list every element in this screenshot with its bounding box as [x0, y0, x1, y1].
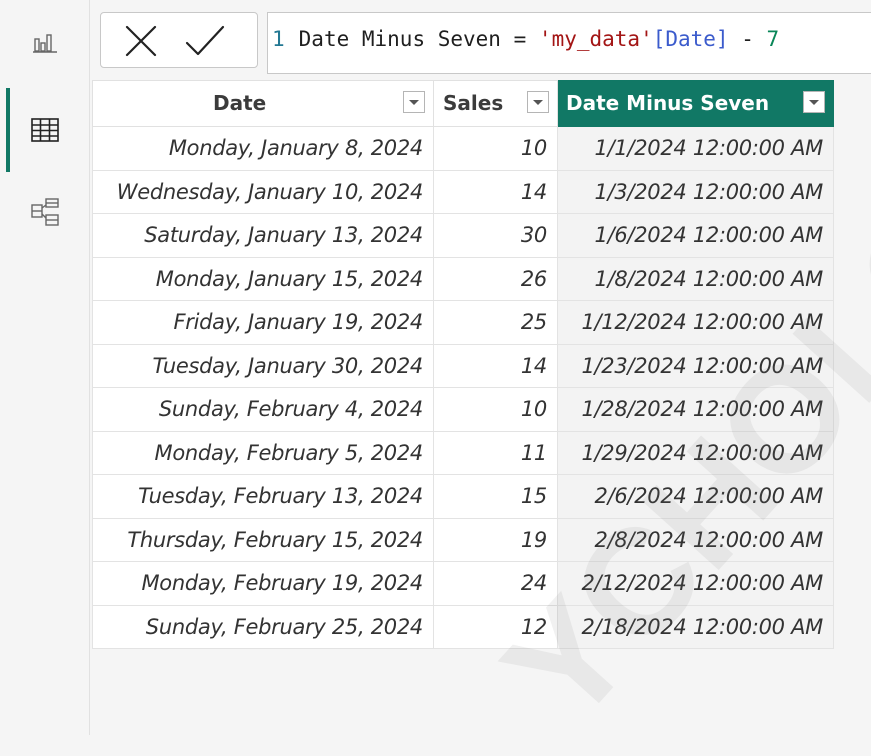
table-row: Thursday, February 15, 2024 19 2/8/2024 12…	[92, 517, 834, 562]
line-number: 1	[272, 27, 285, 51]
numeric-literal: 7	[766, 27, 780, 51]
cell-date-minus-seven[interactable]: 1/29/2024 12:00:00 AM	[557, 430, 834, 475]
cell-date-minus-seven[interactable]: 1/1/2024 12:00:00 AM	[557, 126, 834, 171]
table-row: Monday, January 15, 2024 26 1/8/2024 12:00…	[92, 256, 834, 301]
column-header-date[interactable]: Date	[92, 80, 434, 127]
cell-date-minus-seven[interactable]: 1/6/2024 12:00:00 AM	[557, 213, 834, 258]
column-header-date-minus-seven[interactable]: Date Minus Seven	[557, 80, 834, 127]
view-rail	[0, 0, 90, 735]
table-row: Monday, February 19, 2024 24 2/12/2024 12:…	[92, 561, 834, 606]
header-row: Date Sales Date Minus Seven	[92, 80, 834, 127]
cell-sales[interactable]: 10	[433, 387, 558, 432]
cell-date[interactable]: Thursday, February 15, 2024	[92, 517, 434, 562]
cell-sales[interactable]: 25	[433, 300, 558, 345]
data-table: Date Sales Date Minus Seven Monday, Janu…	[92, 80, 834, 649]
cell-date[interactable]: Monday, January 8, 2024	[92, 126, 434, 171]
report-view-button[interactable]	[0, 12, 90, 72]
table-body: Monday, January 8, 2024 10 1/1/2024 12:00:…	[92, 126, 834, 649]
formula-actions	[100, 12, 258, 68]
cell-date[interactable]: Monday, February 19, 2024	[92, 561, 434, 606]
cell-date-minus-seven[interactable]: 2/18/2024 12:00:00 AM	[557, 604, 834, 649]
table-row: Sunday, February 25, 2024 12 2/18/2024 12:…	[92, 604, 834, 649]
cell-date-minus-seven[interactable]: 2/8/2024 12:00:00 AM	[557, 517, 834, 562]
table-row: Monday, January 8, 2024 10 1/1/2024 12:00:…	[92, 126, 834, 171]
table-row: Tuesday, February 13, 2024 15 2/6/2024 12:…	[92, 474, 834, 519]
cell-sales[interactable]: 14	[433, 343, 558, 388]
table-row: Wednesday, January 10, 2024 14 1/3/2024 12…	[92, 169, 834, 214]
filter-dropdown-date[interactable]	[403, 91, 425, 113]
cell-date-minus-seven[interactable]: 1/28/2024 12:00:00 AM	[557, 387, 834, 432]
cell-date-minus-seven[interactable]: 1/23/2024 12:00:00 AM	[557, 343, 834, 388]
column-header-label: Sales	[443, 91, 504, 115]
cell-date[interactable]: Sunday, February 4, 2024	[92, 387, 434, 432]
cell-date[interactable]: Monday, February 5, 2024	[92, 430, 434, 475]
column-header-label: Date	[213, 91, 267, 115]
cell-sales[interactable]: 12	[433, 604, 558, 649]
table-row: Saturday, January 13, 2024 30 1/6/2024 12:…	[92, 213, 834, 258]
report-view-icon	[33, 34, 57, 53]
table-row: Tuesday, January 30, 2024 14 1/23/2024 12:…	[92, 343, 834, 388]
cell-date[interactable]: Sunday, February 25, 2024	[92, 604, 434, 649]
cell-sales[interactable]: 30	[433, 213, 558, 258]
cell-sales[interactable]: 11	[433, 430, 558, 475]
cell-sales[interactable]: 14	[433, 169, 558, 214]
column-header-label: Date Minus Seven	[566, 91, 770, 115]
equals-sign: =	[513, 27, 527, 51]
cell-date[interactable]: Tuesday, January 30, 2024	[92, 343, 434, 388]
check-icon	[185, 25, 225, 56]
measure-name: Date Minus Seven	[298, 27, 501, 51]
cell-sales[interactable]: 24	[433, 561, 558, 606]
cancel-formula-button[interactable]	[121, 21, 161, 61]
column-reference: [Date]	[652, 27, 729, 51]
table-row: Friday, January 19, 2024 25 1/12/2024 12:0…	[92, 300, 834, 345]
table-row: Monday, February 5, 2024 11 1/29/2024 12:0…	[92, 430, 834, 475]
minus-operator: -	[741, 27, 754, 51]
cell-date-minus-seven[interactable]: 2/12/2024 12:00:00 AM	[557, 561, 834, 606]
close-icon	[125, 25, 157, 57]
cell-date-minus-seven[interactable]: 1/8/2024 12:00:00 AM	[557, 256, 834, 301]
data-grid: Date Sales Date Minus Seven Monday, Janu…	[92, 80, 871, 735]
cell-date[interactable]: Saturday, January 13, 2024	[92, 213, 434, 258]
cell-date-minus-seven[interactable]: 1/12/2024 12:00:00 AM	[557, 300, 834, 345]
cell-date[interactable]: Friday, January 19, 2024	[92, 300, 434, 345]
cell-date-minus-seven[interactable]: 1/3/2024 12:00:00 AM	[557, 169, 834, 214]
filter-dropdown-sales[interactable]	[527, 91, 549, 113]
cell-sales[interactable]: 26	[433, 256, 558, 301]
model-view-icon	[31, 198, 59, 226]
cell-date[interactable]: Tuesday, February 13, 2024	[92, 474, 434, 519]
cell-date[interactable]: Wednesday, January 10, 2024	[92, 169, 434, 214]
table-view-icon	[31, 118, 59, 142]
column-header-sales[interactable]: Sales	[433, 80, 558, 127]
formula-editor[interactable]: 1 Date Minus Seven = 'my_data'[Date] - 7	[267, 12, 871, 74]
cell-sales[interactable]: 15	[433, 474, 558, 519]
commit-formula-button[interactable]	[183, 21, 225, 61]
cell-date[interactable]: Monday, January 15, 2024	[92, 256, 434, 301]
model-view-button[interactable]	[0, 182, 90, 242]
table-row: Sunday, February 4, 2024 10 1/28/2024 12:0…	[92, 387, 834, 432]
table-reference: 'my_data'	[538, 27, 653, 51]
table-view-button[interactable]	[0, 88, 90, 172]
cell-sales[interactable]: 10	[433, 126, 558, 171]
filter-dropdown-date-minus-seven[interactable]	[803, 91, 825, 113]
cell-date-minus-seven[interactable]: 2/6/2024 12:00:00 AM	[557, 474, 834, 519]
cell-sales[interactable]: 19	[433, 517, 558, 562]
